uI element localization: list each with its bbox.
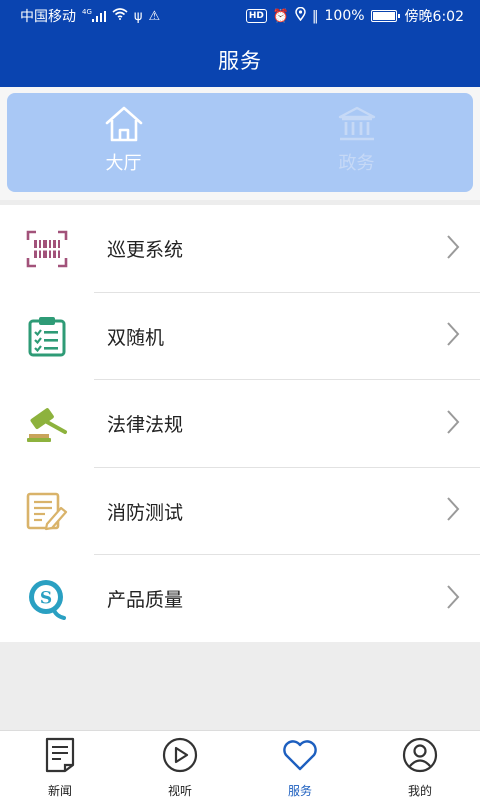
list-item-double-random[interactable]: 双随机 bbox=[0, 293, 480, 380]
list-item-patrol[interactable]: 巡更系统 bbox=[0, 205, 480, 293]
tab-government-label: 政务 bbox=[338, 153, 375, 174]
location-icon bbox=[295, 6, 306, 25]
government-building-icon bbox=[337, 105, 377, 143]
play-icon bbox=[162, 737, 198, 777]
tab-government[interactable]: 政务 bbox=[240, 93, 473, 192]
list-item-label: 法律法规 bbox=[107, 414, 184, 437]
document-edit-icon bbox=[0, 491, 94, 531]
list-item-label: 双随机 bbox=[107, 326, 165, 349]
nav-mine-label: 我的 bbox=[407, 784, 432, 798]
app-header: 中国移动 4G ψ ⚠ HD ⏰ ‖ 100% 傍晚6:02 服务 bbox=[0, 0, 480, 87]
barcode-scan-icon bbox=[0, 230, 94, 268]
clipboard-checklist-icon bbox=[0, 315, 94, 357]
tab-hall-label: 大厅 bbox=[105, 153, 142, 174]
wifi-icon bbox=[112, 8, 128, 24]
home-icon bbox=[104, 105, 144, 143]
list-item-laws[interactable]: 法律法规 bbox=[0, 380, 480, 468]
nav-media-label: 视听 bbox=[167, 784, 192, 798]
bottom-nav: 新闻 视听 服务 我的 bbox=[0, 730, 480, 800]
nav-services[interactable]: 服务 bbox=[240, 731, 360, 800]
tab-panel-wrapper: 大厅 政务 bbox=[0, 87, 480, 200]
list-item-label: 巡更系统 bbox=[107, 239, 184, 262]
news-icon bbox=[43, 737, 77, 777]
svg-text:S: S bbox=[40, 588, 52, 608]
tab-panel: 大厅 政务 bbox=[7, 93, 473, 192]
chevron-right-icon bbox=[446, 496, 460, 526]
hd-badge: HD bbox=[245, 9, 267, 23]
quality-s-logo-icon: S bbox=[0, 578, 94, 620]
nav-mine[interactable]: 我的 bbox=[360, 731, 480, 800]
list-item-fire-test[interactable]: 消防测试 bbox=[0, 468, 480, 555]
list-item-label: 消防测试 bbox=[107, 501, 184, 524]
chevron-right-icon bbox=[446, 409, 460, 439]
chevron-right-icon bbox=[446, 321, 460, 351]
list-item-product-quality[interactable]: S 产品质量 bbox=[0, 555, 480, 643]
nav-news-label: 新闻 bbox=[47, 784, 72, 798]
network-label: 4G bbox=[82, 8, 92, 17]
user-icon bbox=[402, 737, 438, 777]
alarm-icon: ⏰ bbox=[272, 8, 290, 24]
carrier-label: 中国移动 bbox=[20, 9, 76, 25]
clock: 傍晚6:02 bbox=[404, 9, 464, 25]
tab-hall[interactable]: 大厅 bbox=[7, 93, 240, 192]
chevron-right-icon bbox=[446, 584, 460, 614]
gavel-icon bbox=[0, 404, 94, 444]
warning-icon: ⚠ bbox=[148, 8, 161, 24]
service-list: 巡更系统 双随机 法律法规 消防测试 S 产品质量 bbox=[0, 205, 480, 642]
nav-media[interactable]: 视听 bbox=[120, 731, 240, 800]
battery-percent: 100% bbox=[324, 8, 365, 24]
nav-news[interactable]: 新闻 bbox=[0, 731, 120, 800]
nav-services-label: 服务 bbox=[287, 784, 312, 798]
page-title: 服务 bbox=[218, 48, 262, 73]
status-bar: 中国移动 4G ψ ⚠ HD ⏰ ‖ 100% 傍晚6:02 bbox=[0, 0, 480, 32]
battery-icon bbox=[370, 10, 400, 22]
signal-icon: 4G bbox=[82, 8, 106, 23]
list-item-label: 产品质量 bbox=[107, 589, 184, 612]
vibrate-icon: ‖ bbox=[312, 8, 319, 24]
chevron-right-icon bbox=[446, 234, 460, 264]
heart-icon bbox=[281, 737, 319, 777]
usb-icon: ψ bbox=[133, 8, 143, 24]
